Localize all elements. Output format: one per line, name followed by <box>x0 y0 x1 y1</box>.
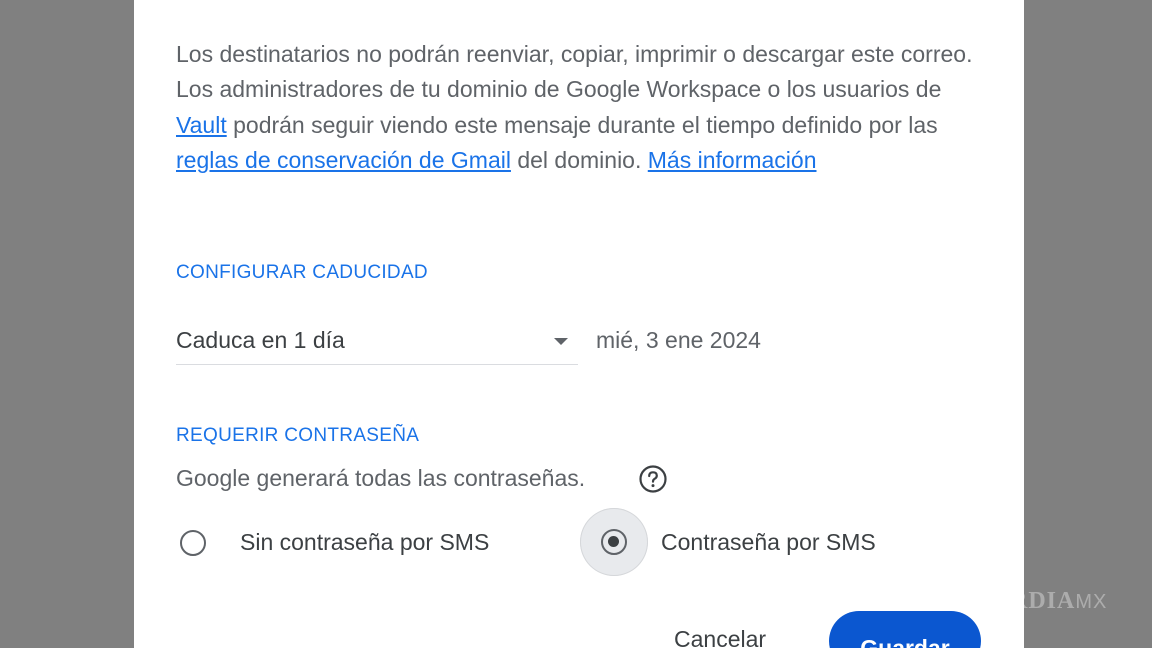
help-circle-icon[interactable] <box>638 464 668 494</box>
confidential-mode-dialog: ‾ ‾ ‾ ‾ ‾ ‾ ‾ ‾ ‾ ‾ ‾ Los destinatarios … <box>134 0 1024 648</box>
radio-selected-dot <box>608 536 619 547</box>
watermark-suffix: MX <box>1075 591 1108 613</box>
vault-link[interactable]: Vault <box>176 112 227 138</box>
description-text: Los destinatarios no podrán reenviar, co… <box>176 41 973 103</box>
save-button[interactable]: Guardar <box>829 611 981 648</box>
dialog-title-cropped: ‾ ‾ ‾ ‾ ‾ ‾ ‾ ‾ ‾ ‾ ‾ <box>176 0 328 12</box>
radio-no-sms-password[interactable] <box>180 530 206 556</box>
expiration-section-label: CONFIGURAR CADUCIDAD <box>176 262 428 283</box>
watermark: RDIAMX <box>1010 588 1107 615</box>
expiration-select-value: Caduca en 1 día <box>176 327 345 353</box>
password-hint: Google generará todas las contraseñas. <box>176 465 586 491</box>
dialog-description: Los destinatarios no podrán reenviar, co… <box>176 37 986 178</box>
radio-label-no-sms-password[interactable]: Sin contraseña por SMS <box>240 529 489 556</box>
watermark-brand: RDIA <box>1010 588 1076 614</box>
description-text: del dominio. <box>510 146 648 173</box>
caret-down-icon <box>554 338 568 345</box>
cancel-button[interactable]: Cancelar <box>674 626 766 648</box>
learn-more-link[interactable]: Más información <box>648 147 817 173</box>
radio-label-sms-password[interactable]: Contraseña por SMS <box>661 529 876 556</box>
password-section-label: REQUERIR CONTRASEÑA <box>176 425 420 446</box>
description-text: podrán seguir viendo este mensaje durant… <box>226 111 938 138</box>
expiration-select[interactable]: Caduca en 1 día <box>176 320 578 365</box>
radio-sms-password[interactable] <box>601 529 627 555</box>
expiration-date: mié, 3 ene 2024 <box>596 327 761 353</box>
gmail-retention-rules-link[interactable]: reglas de conservación de Gmail <box>176 147 511 173</box>
